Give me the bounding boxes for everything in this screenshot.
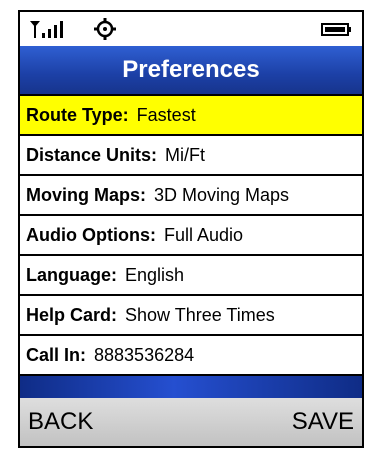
pref-value: 3D Moving Maps [154, 184, 290, 205]
pref-label: Help Card: [26, 304, 118, 325]
pref-call-in[interactable]: Call In: 8883536284 [20, 336, 362, 374]
signal-strength-icon [30, 21, 63, 38]
pref-value: Full Audio [163, 224, 244, 245]
phone-screen: Preferences Route Type: Fastest Distance… [18, 10, 364, 448]
pref-language[interactable]: Language: English [20, 256, 362, 294]
pref-label: Distance Units: [26, 144, 158, 165]
pref-value: Show Three Times [125, 304, 275, 325]
pref-value: Mi/Ft [165, 144, 206, 165]
softkey-bar: BACK SAVE [20, 398, 362, 446]
pref-label: Audio Options: [26, 224, 156, 245]
save-softkey[interactable]: SAVE [292, 408, 354, 436]
pref-value: Fastest [136, 104, 196, 125]
pref-route-type[interactable]: Route Type: Fastest [20, 96, 362, 134]
page-title: Preferences [20, 46, 362, 94]
pref-label: Route Type: [26, 104, 129, 125]
pref-value: English [125, 264, 185, 285]
pref-moving-maps[interactable]: Moving Maps: 3D Moving Maps [20, 176, 362, 214]
pref-value: 8883536284 [94, 344, 195, 365]
pref-audio-options[interactable]: Audio Options: Full Audio [20, 216, 362, 254]
preferences-list: Route Type: Fastest Distance Units: Mi/F… [20, 96, 362, 376]
battery-icon [321, 23, 351, 36]
settings-icon [94, 18, 116, 40]
pref-label: Moving Maps: [26, 184, 146, 205]
back-softkey[interactable]: BACK [28, 408, 93, 436]
pref-label: Language: [26, 264, 118, 285]
pref-distance-units[interactable]: Distance Units: Mi/Ft [20, 136, 362, 174]
status-bar [20, 12, 362, 46]
pref-help-card[interactable]: Help Card: Show Three Times [20, 296, 362, 334]
decorative-strip [20, 376, 362, 398]
pref-label: Call In: [26, 344, 87, 365]
